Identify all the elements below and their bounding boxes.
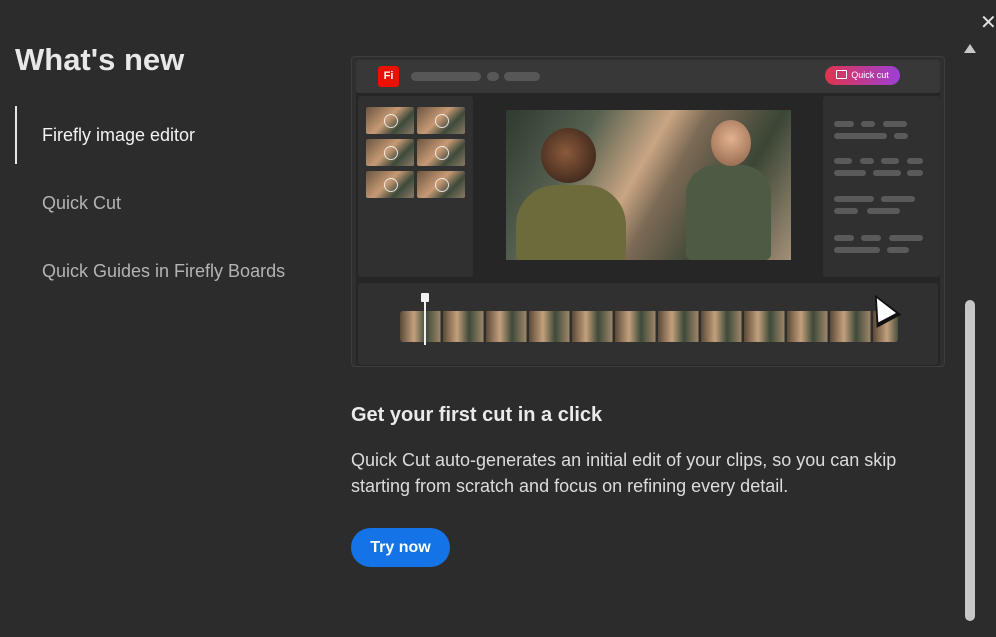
timeline-playhead xyxy=(421,293,429,345)
nav-item-quick-cut[interactable]: Quick Cut xyxy=(15,174,325,232)
try-now-button[interactable]: Try now xyxy=(351,528,450,567)
preview-figure xyxy=(541,128,596,183)
media-thumbnail xyxy=(417,139,465,166)
scrollbar-thumb[interactable] xyxy=(965,300,975,621)
whats-new-nav: Firefly image editor Quick Cut Quick Gui… xyxy=(15,106,325,310)
placeholder-bar xyxy=(834,158,852,164)
media-thumbnail xyxy=(417,171,465,198)
placeholder-bar xyxy=(834,170,866,176)
placeholder-bar xyxy=(834,121,854,127)
media-thumbnail xyxy=(366,171,414,198)
vertical-scrollbar[interactable] xyxy=(963,40,977,637)
placeholder-bar xyxy=(861,235,881,241)
firefly-app-logo: Fi xyxy=(378,66,399,87)
mock-media-panel xyxy=(358,96,473,277)
placeholder-pill xyxy=(487,72,499,81)
preview-figure xyxy=(686,165,771,260)
placeholder-bar xyxy=(887,247,909,253)
page-title: What's new xyxy=(15,42,185,77)
placeholder-bar xyxy=(894,133,908,139)
mock-app-header: Fi Quick cut xyxy=(356,60,940,93)
media-thumbnail xyxy=(366,139,414,166)
quick-cut-icon xyxy=(836,70,848,79)
quick-cut-badge-label: Quick cut xyxy=(851,70,889,80)
placeholder-bar xyxy=(834,247,880,253)
mock-transcript-panel xyxy=(823,96,940,277)
placeholder-bar xyxy=(861,121,875,127)
placeholder-bar xyxy=(834,196,874,202)
placeholder-bar xyxy=(860,158,874,164)
timeline-clips xyxy=(400,311,898,342)
close-button[interactable]: ✕ xyxy=(980,12,996,34)
placeholder-bar xyxy=(873,170,901,176)
mock-timeline xyxy=(358,283,938,365)
placeholder-bar xyxy=(867,208,900,214)
media-thumbnail xyxy=(417,107,465,134)
close-icon: ✕ xyxy=(980,12,996,34)
feature-headline: Get your first cut in a click xyxy=(351,404,603,426)
placeholder-bar xyxy=(883,121,907,127)
mock-video-preview xyxy=(506,110,791,260)
quick-cut-badge: Quick cut xyxy=(825,66,900,85)
scroll-up-arrow-icon[interactable] xyxy=(964,44,976,53)
placeholder-bar xyxy=(834,133,887,139)
placeholder-bar xyxy=(889,235,923,241)
placeholder-bar xyxy=(907,158,923,164)
placeholder-pill xyxy=(504,72,540,81)
preview-figure xyxy=(711,120,751,166)
media-thumbnail xyxy=(366,107,414,134)
placeholder-bar xyxy=(881,158,899,164)
placeholder-bar xyxy=(907,170,923,176)
preview-figure xyxy=(516,185,626,260)
feature-hero-image: Fi Quick cut xyxy=(351,56,945,367)
placeholder-bar xyxy=(881,196,915,202)
placeholder-pill xyxy=(411,72,481,81)
nav-item-quick-guides[interactable]: Quick Guides in Firefly Boards xyxy=(15,242,325,300)
placeholder-bar xyxy=(834,235,854,241)
feature-description: Quick Cut auto-generates an initial edit… xyxy=(351,450,897,496)
placeholder-bar xyxy=(834,208,858,214)
nav-item-firefly-image-editor[interactable]: Firefly image editor xyxy=(15,106,325,164)
